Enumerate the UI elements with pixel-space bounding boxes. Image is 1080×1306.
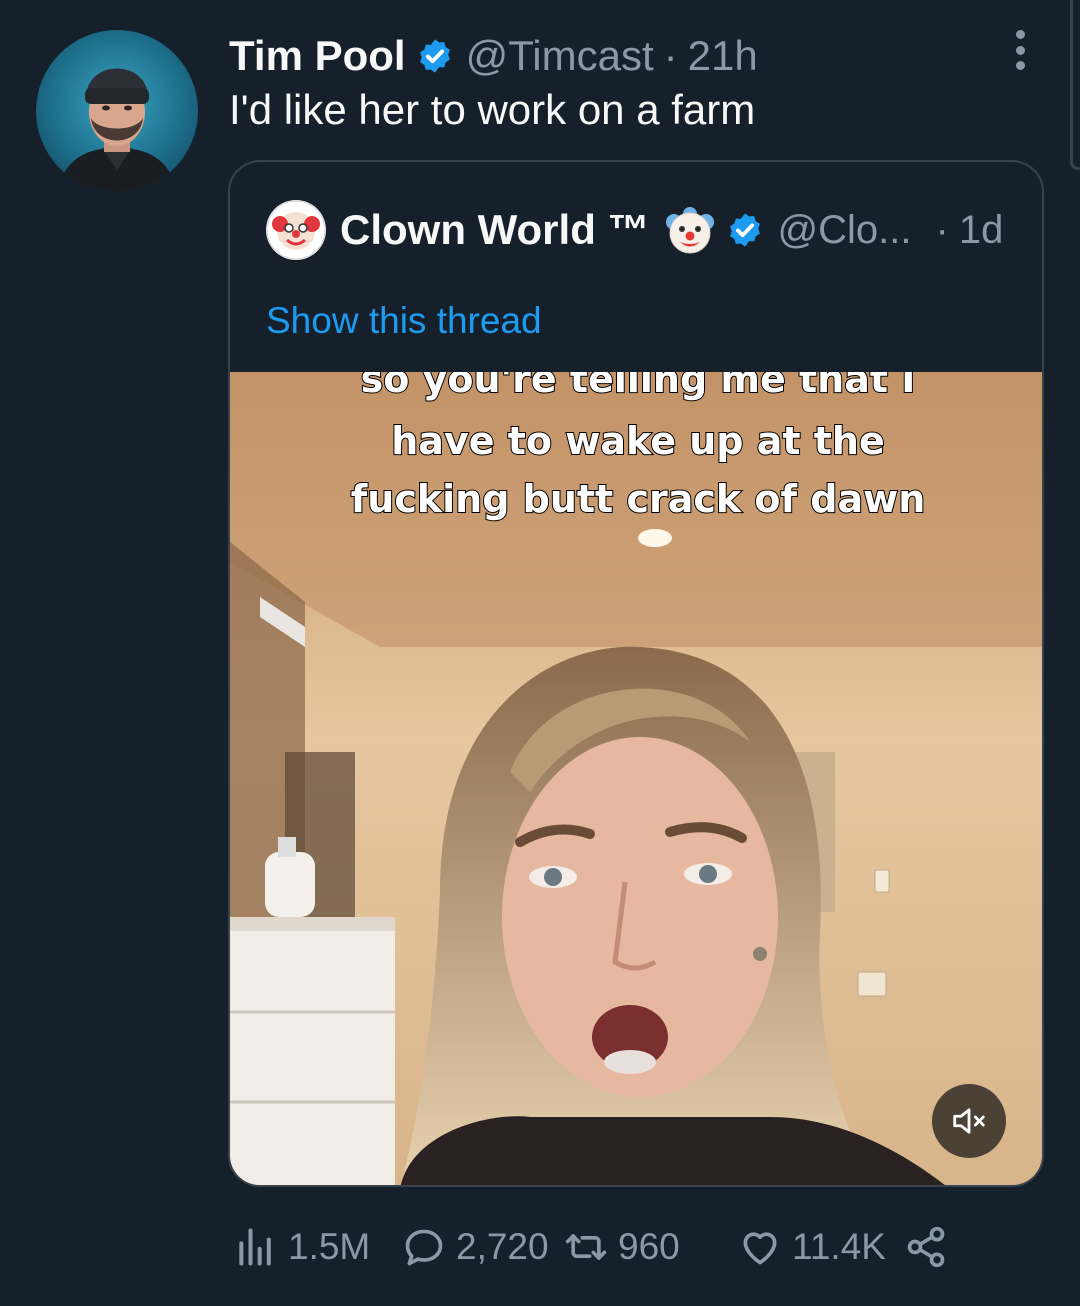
quoted-tweet-card[interactable]: Clown World ™ @Clo... · 1d Show this thr… xyxy=(228,160,1044,1187)
reply-icon xyxy=(405,1229,443,1266)
quoted-tweet-header: Clown World ™ @Clo... · 1d xyxy=(266,200,1004,260)
share-button[interactable] xyxy=(904,1220,958,1274)
retweet-count: 960 xyxy=(618,1226,680,1267)
verified-badge-icon xyxy=(419,39,450,73)
quoted-author-name[interactable]: Clown World ™ xyxy=(340,206,650,254)
clown-face-emoji xyxy=(665,207,714,254)
author-avatar[interactable] xyxy=(36,30,198,192)
video-player[interactable]: so you're telling me that I have to wake… xyxy=(230,372,1042,1185)
analytics-icon xyxy=(239,1228,271,1266)
show-thread-link[interactable]: Show this thread xyxy=(266,300,542,342)
video-caption-line: have to wake up at the xyxy=(390,418,885,464)
separator-dot: · xyxy=(935,207,949,252)
tweet-time[interactable]: 21h xyxy=(688,32,758,80)
volume-muted-icon[interactable] xyxy=(932,1084,1006,1158)
reply-count: 2,720 xyxy=(456,1226,549,1267)
views-count: 1.5M xyxy=(288,1226,371,1267)
scrollbar[interactable] xyxy=(1070,0,1080,170)
quoted-author-handle[interactable]: @Clo... xyxy=(778,208,912,253)
tweet-page: Tim Pool @Timcast · 21h I'd like her to … xyxy=(0,0,1080,1306)
like-count: 11.4K xyxy=(792,1226,886,1267)
reply-button[interactable]: 2,720 xyxy=(402,1220,549,1274)
retweet-icon xyxy=(565,1234,607,1260)
verified-badge-icon xyxy=(729,213,760,247)
tweet-action-bar: 1.5M 2,720 960 11.4K xyxy=(234,1220,974,1274)
author-handle[interactable]: @Timcast xyxy=(466,32,654,80)
author-name[interactable]: Tim Pool xyxy=(229,32,406,80)
quoted-author-avatar[interactable] xyxy=(266,200,326,260)
tweet-header: Tim Pool @Timcast · 21h xyxy=(229,28,758,84)
video-caption-line: fucking butt crack of dawn xyxy=(350,476,927,522)
quoted-tweet-time[interactable]: 1d xyxy=(959,208,1004,253)
more-vertical-icon[interactable] xyxy=(1005,30,1035,70)
share-icon xyxy=(907,1226,945,1268)
heart-icon xyxy=(743,1232,777,1265)
tweet-text: I'd like her to work on a farm xyxy=(229,86,756,133)
views-button[interactable]: 1.5M xyxy=(234,1220,370,1274)
retweet-button[interactable]: 960 xyxy=(564,1220,680,1274)
like-button[interactable]: 11.4K xyxy=(738,1220,886,1274)
separator-dot: · xyxy=(663,32,678,79)
video-caption-line: so you're telling me that I xyxy=(360,372,917,402)
